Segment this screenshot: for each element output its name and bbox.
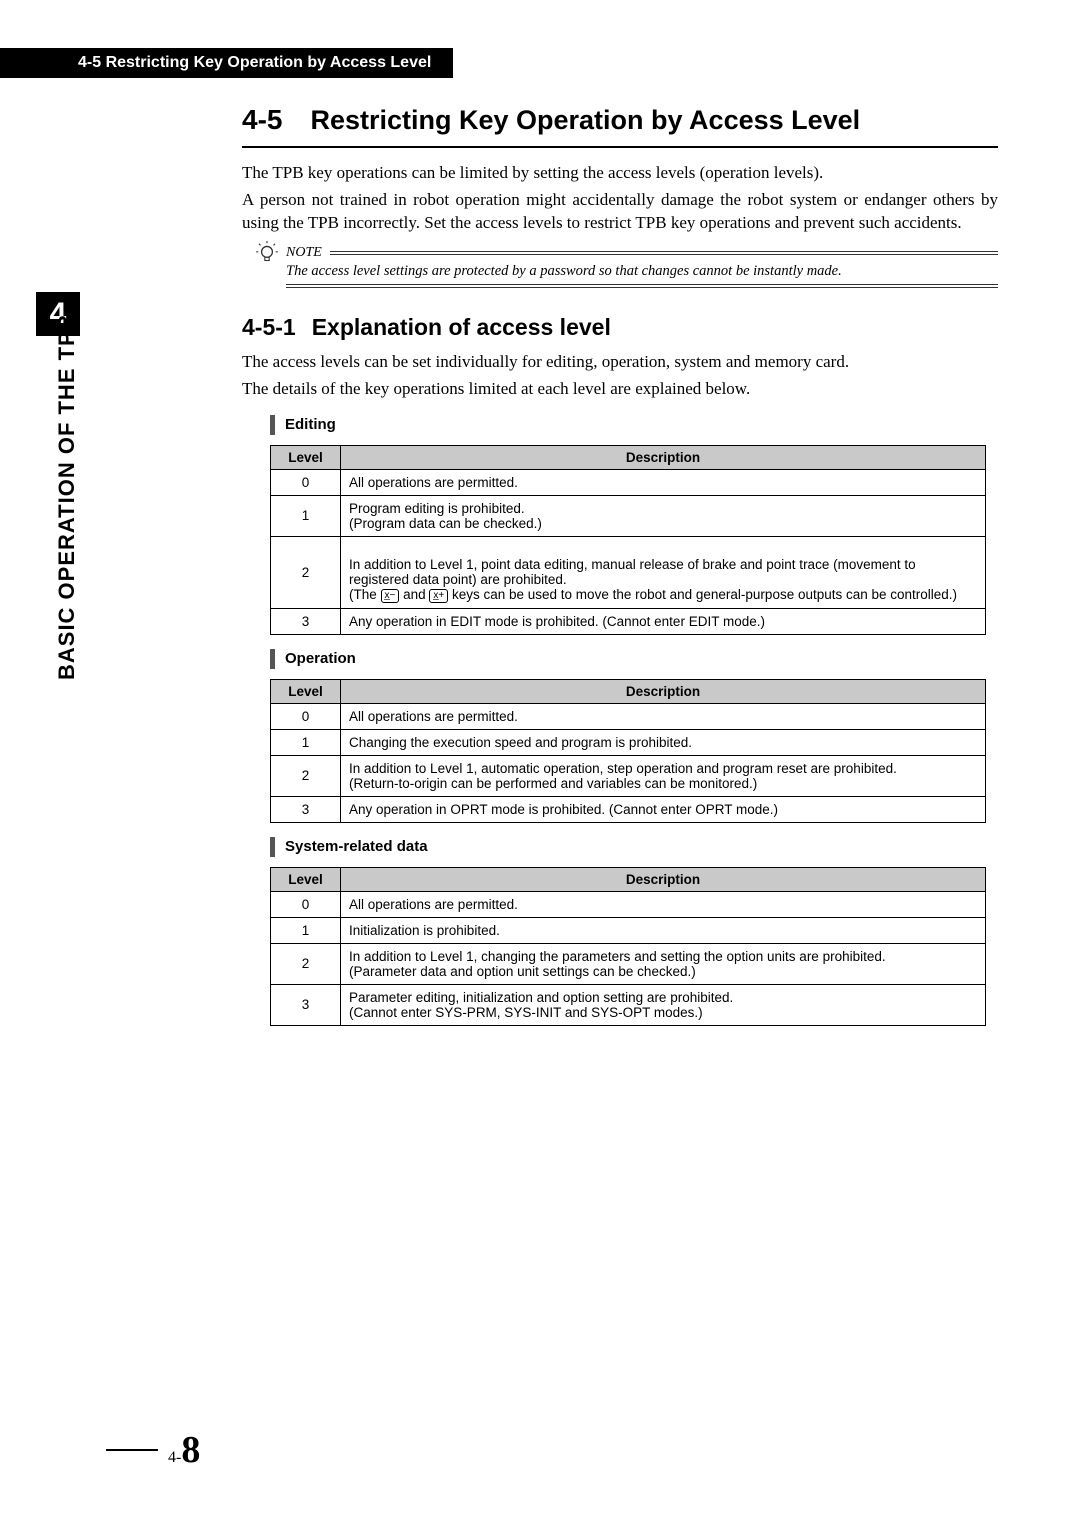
table-row: 3 Any operation in EDIT mode is prohibit… <box>271 608 986 634</box>
cell-level: 2 <box>271 755 341 796</box>
col-description: Description <box>341 679 986 703</box>
table-title-bar-icon <box>270 649 275 669</box>
table-row: 1 Initialization is prohibited. <box>271 917 986 943</box>
cell-level: 2 <box>271 943 341 984</box>
keycap-icon: x̲+ <box>429 589 448 603</box>
table-row: 3 Any operation in OPRT mode is prohibit… <box>271 796 986 822</box>
cell-desc: Parameter editing, initialization and op… <box>341 984 986 1025</box>
keycap-icon: x̲− <box>381 589 400 603</box>
col-description: Description <box>341 445 986 469</box>
page-number-rule <box>106 1449 158 1451</box>
cell-level: 3 <box>271 796 341 822</box>
table-operation: Level Description 0 All operations are p… <box>270 679 986 823</box>
side-chapter-title: BASIC OPERATION OF THE TPB <box>54 360 80 680</box>
cell-desc-post: keys can be used to move the robot and g… <box>448 587 957 602</box>
cell-desc: Any operation in EDIT mode is prohibited… <box>341 608 986 634</box>
intro-paragraph-1: The TPB key operations can be limited by… <box>242 162 998 185</box>
cell-level: 2 <box>271 536 341 608</box>
table-editing-title: Editing <box>285 416 336 433</box>
col-description: Description <box>341 867 986 891</box>
cell-level: 0 <box>271 891 341 917</box>
cell-desc-mid: and <box>399 587 429 602</box>
cell-level: 1 <box>271 495 341 536</box>
table-row: 2 In addition to Level 1, changing the p… <box>271 943 986 984</box>
table-system: Level Description 0 All operations are p… <box>270 867 986 1026</box>
cell-desc: Changing the execution speed and program… <box>341 729 986 755</box>
table-row: 0 All operations are permitted. <box>271 469 986 495</box>
table-title-bar-icon <box>270 415 275 435</box>
cell-desc: Initialization is prohibited. <box>341 917 986 943</box>
cell-desc: Any operation in OPRT mode is prohibited… <box>341 796 986 822</box>
col-level: Level <box>271 679 341 703</box>
table-row: 2 In addition to Level 1, automatic oper… <box>271 755 986 796</box>
table-row: 1 Program editing is prohibited. (Progra… <box>271 495 986 536</box>
table-editing-block: Editing Level Description 0 All operatio… <box>270 415 998 635</box>
section-title: Restricting Key Operation by Access Leve… <box>310 105 860 136</box>
note-rule-bottom <box>286 284 998 288</box>
cell-desc: In addition to Level 1, changing the par… <box>341 943 986 984</box>
subsection-number: 4-5-1 <box>242 314 296 341</box>
table-row: 3 Parameter editing, initialization and … <box>271 984 986 1025</box>
intro-paragraph-2: A person not trained in robot operation … <box>242 189 998 235</box>
note-text: The access level settings are protected … <box>286 263 998 280</box>
table-row: 2 In addition to Level 1, point data edi… <box>271 536 986 608</box>
cell-level: 3 <box>271 984 341 1025</box>
table-row: 0 All operations are permitted. <box>271 703 986 729</box>
page-number-value: 8 <box>181 1429 200 1471</box>
note-rule-top <box>330 251 998 255</box>
cell-desc: All operations are permitted. <box>341 891 986 917</box>
note-label: NOTE <box>286 245 322 261</box>
table-row: 1 Changing the execution speed and progr… <box>271 729 986 755</box>
section-number: 4-5 <box>242 104 282 136</box>
cell-level: 3 <box>271 608 341 634</box>
section-heading: 4-5 Restricting Key Operation by Access … <box>242 104 998 136</box>
cell-desc: All operations are permitted. <box>341 469 986 495</box>
table-editing: Level Description 0 All operations are p… <box>270 445 986 635</box>
cell-level: 0 <box>271 703 341 729</box>
col-level: Level <box>271 867 341 891</box>
content-area: 4-5 Restricting Key Operation by Access … <box>242 104 998 1026</box>
note-box: NOTE The access level settings are prote… <box>256 245 998 288</box>
heading-rule <box>242 146 998 148</box>
table-operation-block: Operation Level Description 0 All operat… <box>270 649 998 823</box>
subsection-heading: 4-5-1 Explanation of access level <box>242 314 998 341</box>
cell-desc: In addition to Level 1, automatic operat… <box>341 755 986 796</box>
cell-level: 1 <box>271 729 341 755</box>
subsection-title: Explanation of access level <box>312 314 611 341</box>
cell-desc: Program editing is prohibited. (Program … <box>341 495 986 536</box>
table-operation-title: Operation <box>285 650 356 667</box>
cell-desc: All operations are permitted. <box>341 703 986 729</box>
table-system-block: System-related data Level Description 0 … <box>270 837 998 1026</box>
header-breadcrumb: 4-5 Restricting Key Operation by Access … <box>0 48 453 78</box>
lightbulb-icon <box>254 241 280 267</box>
cell-level: 0 <box>271 469 341 495</box>
cell-desc: In addition to Level 1, point data editi… <box>341 536 986 608</box>
page-number-prefix: 4- <box>168 1449 181 1466</box>
sub-intro-paragraph-2: The details of the key operations limite… <box>242 378 998 401</box>
table-row: 0 All operations are permitted. <box>271 891 986 917</box>
cell-level: 1 <box>271 917 341 943</box>
table-title-bar-icon <box>270 837 275 857</box>
sub-intro-paragraph-1: The access levels can be set individuall… <box>242 351 998 374</box>
table-system-title: System-related data <box>285 838 428 855</box>
page-number: 4-8 <box>106 1428 200 1472</box>
page: 4-5 Restricting Key Operation by Access … <box>0 0 1080 1528</box>
col-level: Level <box>271 445 341 469</box>
